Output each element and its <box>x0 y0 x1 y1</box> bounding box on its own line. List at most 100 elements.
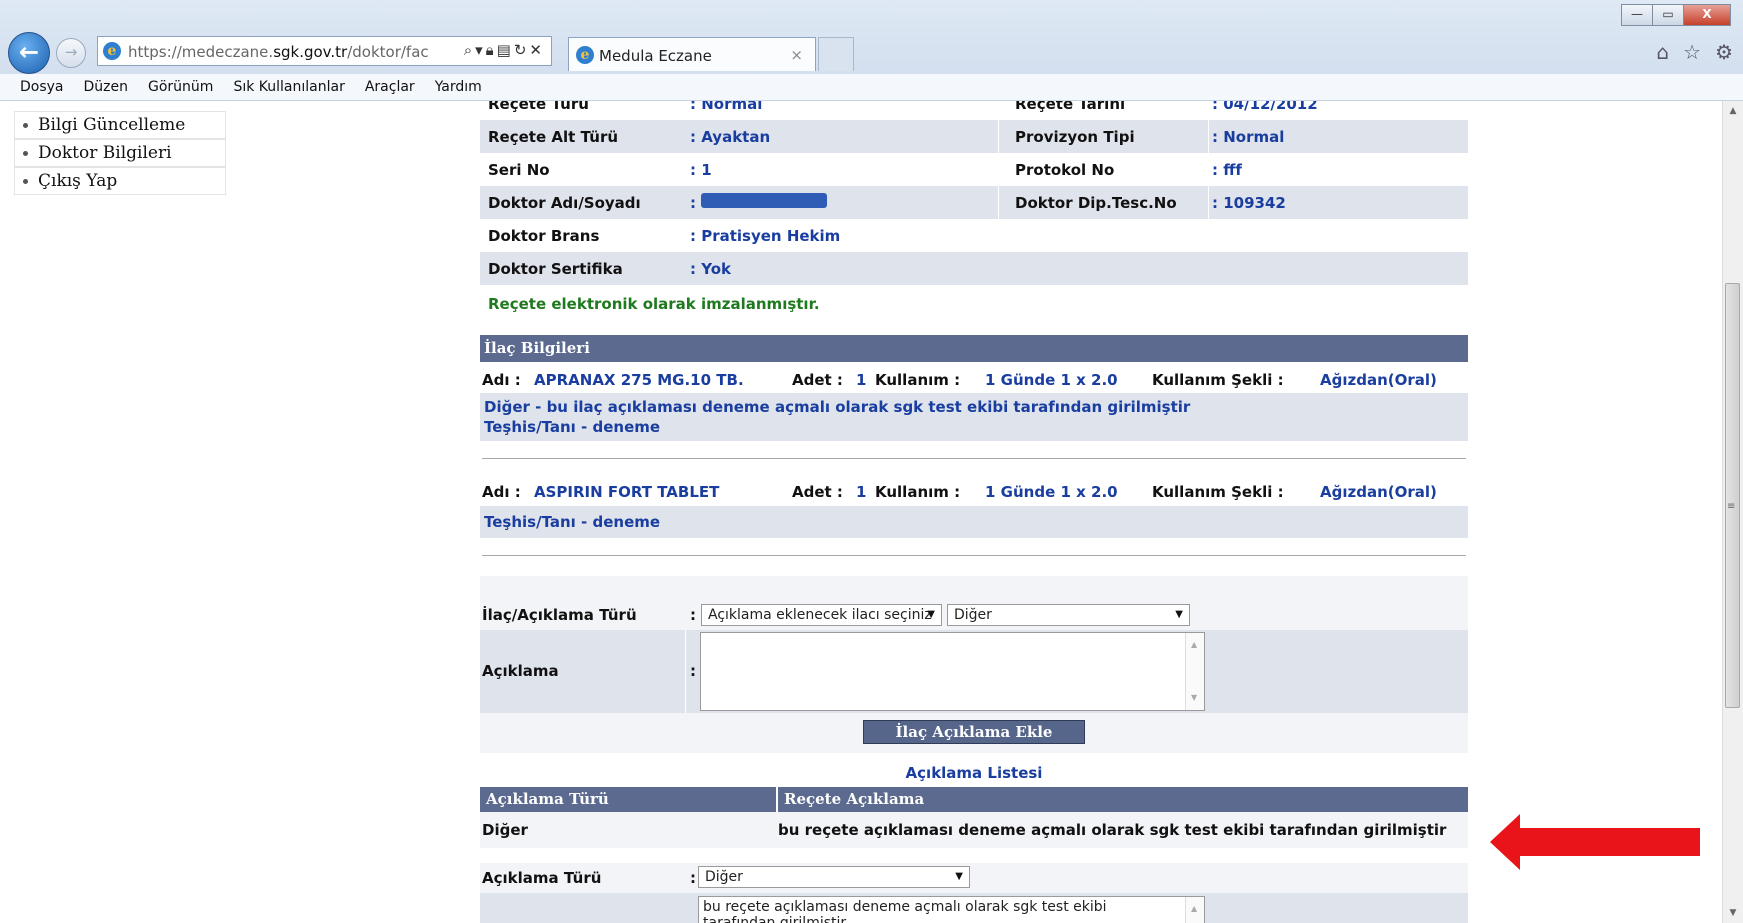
scroll-down-icon[interactable]: ▼ <box>1723 903 1743 923</box>
column-divider <box>685 630 686 713</box>
row-text: bu reçete açıklaması deneme açmalı olara… <box>778 821 1447 839</box>
description-type-select[interactable]: Diğer ▼ <box>698 866 970 888</box>
signed-status: Reçete elektronik olarak imzalanmıştır. <box>488 295 820 313</box>
info-row: Seri No : 1 Protokol No : fff <box>480 153 1468 186</box>
drug-description: Diğer - bu ilaç açıklaması deneme açmalı… <box>480 393 1468 441</box>
menu-bar: Dosya Düzen Görünüm Sık Kullanılanlar Araçla… <box>0 74 1743 101</box>
bullet-icon <box>23 123 28 128</box>
arrow-left-icon: ← <box>18 38 40 66</box>
description-label: Açıklama <box>482 662 559 680</box>
menu-dosya[interactable]: Dosya <box>20 74 64 100</box>
forward-button[interactable]: → <box>56 38 86 68</box>
arrow-right-icon: → <box>64 43 78 61</box>
drug-usage: 1 Günde 1 x 2.0 <box>985 483 1118 501</box>
tab-close-icon[interactable]: × <box>790 46 803 64</box>
browser-tab[interactable]: e Medula Eczane × <box>568 37 816 71</box>
scroll-up-icon[interactable]: ▲ <box>1723 101 1743 121</box>
drug-select[interactable]: Açıklama eklenecek ilacı seçiniz ▼ <box>701 604 942 626</box>
home-icon[interactable]: ⌂ <box>1656 40 1669 64</box>
menu-araclar[interactable]: Araçlar <box>365 74 415 100</box>
scrollbar-thumb[interactable] <box>1725 283 1740 708</box>
info-row: Doktor Adı/Soyadı : Doktor Dip.Tesc.No :… <box>480 186 1468 219</box>
info-row: Doktor Brans : Pratisyen Hekim <box>480 219 1468 252</box>
column-divider <box>998 186 999 219</box>
form-row-type: Açıklama Türü : Diğer ▼ <box>480 863 1468 893</box>
search-icon[interactable]: ⌕ <box>464 41 475 59</box>
divider <box>482 555 1466 556</box>
colon: : <box>690 662 696 680</box>
drug-name-label: Adı : <box>482 483 521 501</box>
description-textarea[interactable]: ▲ ▼ <box>700 632 1205 711</box>
drug-method: Ağızdan(Oral) <box>1320 483 1437 501</box>
info-label: Doktor Brans <box>488 227 600 245</box>
info-label: Doktor Dip.Tesc.No <box>1015 194 1177 212</box>
drug-method-label: Kullanım Şekli : <box>1152 371 1284 389</box>
star-icon[interactable]: ☆ <box>1683 40 1701 64</box>
add-drug-description-button[interactable]: İlaç Açıklama Ekle <box>863 720 1085 744</box>
drug-section-header: İlaç Bilgileri <box>480 335 1468 362</box>
scroll-down-icon[interactable]: ▼ <box>1191 690 1197 706</box>
bullet-icon <box>23 151 28 156</box>
close-window-button[interactable]: X <box>1683 4 1731 26</box>
gear-icon[interactable]: ⚙ <box>1715 40 1733 64</box>
browser-tools: ⌂ ☆ ⚙ <box>1656 40 1733 64</box>
menu-duzen[interactable]: Düzen <box>84 74 129 100</box>
dropdown-icon[interactable]: ▾ <box>475 41 486 59</box>
column-header: Açıklama Türü <box>486 790 609 808</box>
url-text[interactable]: https://medeczane.sgk.gov.tr/doktor/face… <box>128 43 428 61</box>
column-divider <box>1208 120 1209 153</box>
drug-diagnosis: Teşhis/Tanı - deneme <box>484 418 661 436</box>
drug-name: ASPIRIN FORT TABLET <box>534 483 720 501</box>
chevron-down-icon: ▼ <box>1175 609 1183 620</box>
chevron-down-icon: ▼ <box>955 871 963 882</box>
drug-note: Diğer - bu ilaç açıklaması deneme açmalı… <box>484 398 1191 416</box>
info-value: : 1 <box>690 161 712 179</box>
sidebar-item-bilgi-guncelleme[interactable]: Bilgi Güncelleme <box>14 111 226 139</box>
form-row-type: İlaç/Açıklama Türü : Açıklama eklenecek … <box>480 600 1468 630</box>
row-type: Diğer <box>482 821 528 839</box>
menu-yardim[interactable]: Yardım <box>435 74 482 100</box>
info-value: : Pratisyen Hekim <box>690 227 841 245</box>
prescription-description-textarea[interactable]: bu reçete açıklaması deneme açmalı olara… <box>698 896 1205 923</box>
chevron-down-icon: ▼ <box>927 609 935 620</box>
textarea-scrollbar[interactable]: ▲ <box>1185 897 1204 923</box>
form-row-description: Açıklama : ▲ ▼ <box>480 630 1468 713</box>
info-value: : Ayaktan <box>690 128 771 146</box>
info-value: : fff <box>1212 161 1242 179</box>
page-viewport: Bilgi Güncelleme Doktor Bilgileri Çıkış … <box>0 101 1722 923</box>
drug-name: APRANAX 275 MG.10 TB. <box>534 371 744 389</box>
refresh-icon[interactable]: ↻ <box>514 41 530 59</box>
drug-count-label: Adet : <box>792 371 843 389</box>
column-header: Reçete Açıklama <box>784 790 925 808</box>
description-list-header: Açıklama Türü Reçete Açıklama <box>480 787 1468 812</box>
back-button[interactable]: ← <box>8 32 50 74</box>
info-row: Doktor Sertifika : Yok <box>480 252 1468 285</box>
compat-icon[interactable]: ▤ <box>497 41 514 59</box>
info-label: Provizyon Tipi <box>1015 128 1135 146</box>
menu-sik-kullanilanlar[interactable]: Sık Kullanılanlar <box>233 74 344 100</box>
sidebar-item-doktor-bilgileri[interactable]: Doktor Bilgileri <box>14 139 226 167</box>
window-controls: — ▭ X <box>1621 4 1731 26</box>
grip-icon: ≡ <box>1727 501 1736 512</box>
info-value: : Normal <box>1212 128 1285 146</box>
textarea-scrollbar[interactable]: ▲ ▼ <box>1185 633 1204 710</box>
stop-icon[interactable]: ✕ <box>529 41 545 59</box>
drug-name-label: Adı : <box>482 371 521 389</box>
sidebar-item-cikis-yap[interactable]: Çıkış Yap <box>14 167 226 195</box>
drug-diagnosis: Teşhis/Tanı - deneme <box>484 513 661 531</box>
column-divider <box>998 120 999 153</box>
address-bar[interactable]: e https://medeczane.sgk.gov.tr/doktor/fa… <box>97 36 552 66</box>
info-row: Reçete Alt Türü : Ayaktan Provizyon Tipi… <box>480 120 1468 153</box>
info-label: Doktor Adı/Soyadı <box>488 194 641 212</box>
lock-icon[interactable]: 🔒︎ <box>486 41 497 59</box>
page-scrollbar[interactable]: ▲ ≡ ▼ <box>1722 101 1743 923</box>
menu-gorunum[interactable]: Görünüm <box>148 74 213 100</box>
minimize-button[interactable]: — <box>1621 4 1653 26</box>
info-label: Seri No <box>488 161 550 179</box>
scroll-up-icon[interactable]: ▲ <box>1191 637 1197 653</box>
new-tab-button[interactable] <box>818 37 854 71</box>
maximize-button[interactable]: ▭ <box>1652 4 1684 26</box>
scroll-up-icon[interactable]: ▲ <box>1191 901 1197 917</box>
type-select[interactable]: Diğer ▼ <box>947 604 1190 626</box>
description-list-title: Açıklama Listesi <box>905 764 1043 782</box>
